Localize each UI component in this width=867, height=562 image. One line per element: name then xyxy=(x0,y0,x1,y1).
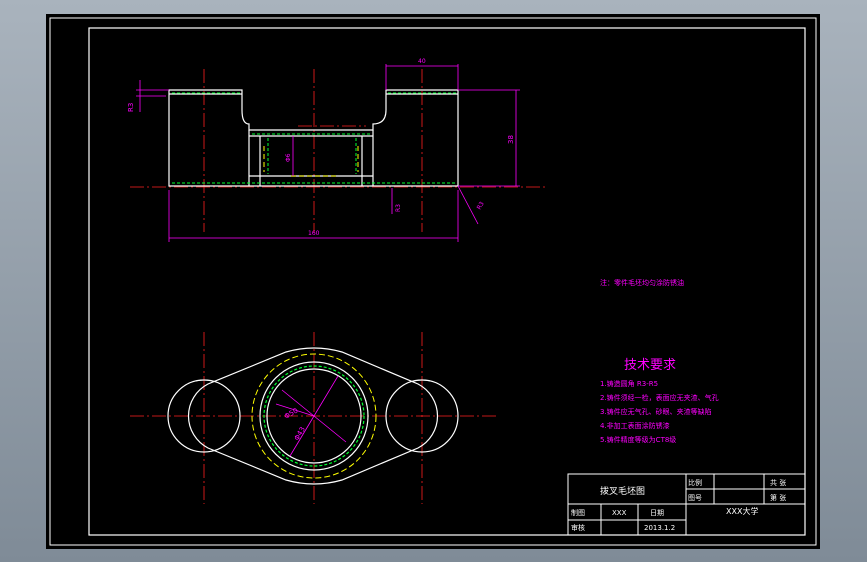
part-name: 拨叉毛坯图 xyxy=(600,485,645,497)
drawing-note: 注：零件毛坯均匀涂防锈油 xyxy=(600,278,684,287)
school-name: XXX大学 xyxy=(726,506,758,516)
front-view: R3 40 38 Φ6 160 R3 R3 xyxy=(127,58,546,242)
review-label: 审核 xyxy=(571,523,585,532)
title-block: 拨叉毛坯图 比例 共 张 图号 第 张 制图 XXX 日期 审核 2013.1.… xyxy=(567,473,806,536)
top-view: Φ50 Φ43 xyxy=(130,332,496,504)
tech-item: 3.铸件应无气孔、砂眼、夹渣等缺陷 xyxy=(600,407,712,416)
tech-item: 4.非加工表面涂防锈漆 xyxy=(600,421,670,430)
drawn-label: 制图 xyxy=(571,508,585,517)
date-value: 2013.1.2 xyxy=(644,524,675,532)
sheet-label: 第 张 xyxy=(770,493,786,502)
dim-slot-width: 40 xyxy=(418,58,426,65)
date-label: 日期 xyxy=(650,509,664,517)
tech-item: 2.铸件须经一检，表面应无夹渣、气孔 xyxy=(600,393,719,402)
tech-item: 5.铸件精度等级为CT8级 xyxy=(600,435,676,444)
drawing-no-label: 图号 xyxy=(688,494,702,502)
dim-overall: 160 xyxy=(308,230,320,237)
count-label: 共 张 xyxy=(770,478,786,487)
drawn-name: XXX xyxy=(612,509,627,517)
dim-inner-dia: Φ6 xyxy=(285,153,292,162)
inner-frame xyxy=(88,27,806,536)
dim-top-left: R3 xyxy=(127,103,135,112)
scale-label: 比例 xyxy=(688,478,702,487)
outer-frame xyxy=(49,17,817,546)
dim-right-height: 38 xyxy=(507,135,515,144)
tech-requirements-list: 1.铸造圆角 R3-R5 2.铸件须经一检，表面应无夹渣、气孔 3.铸件应无气孔… xyxy=(600,379,719,444)
dim-bottom-right: R3 xyxy=(476,200,486,211)
tech-requirements-title: 技术要求 xyxy=(624,358,676,373)
drawing-canvas: R3 40 38 Φ6 160 R3 R3 Φ50 Φ43 注：零件毛坯均匀涂防… xyxy=(46,14,820,549)
tech-item: 1.铸造圆角 R3-R5 xyxy=(600,379,658,388)
dim-dia-large: Φ50 xyxy=(283,407,299,421)
dim-dia-small: Φ43 xyxy=(293,426,307,442)
cad-drawing: R3 40 38 Φ6 160 R3 R3 Φ50 Φ43 注：零件毛坯均匀涂防… xyxy=(49,17,817,546)
dim-bottom-left: R3 xyxy=(395,204,402,212)
